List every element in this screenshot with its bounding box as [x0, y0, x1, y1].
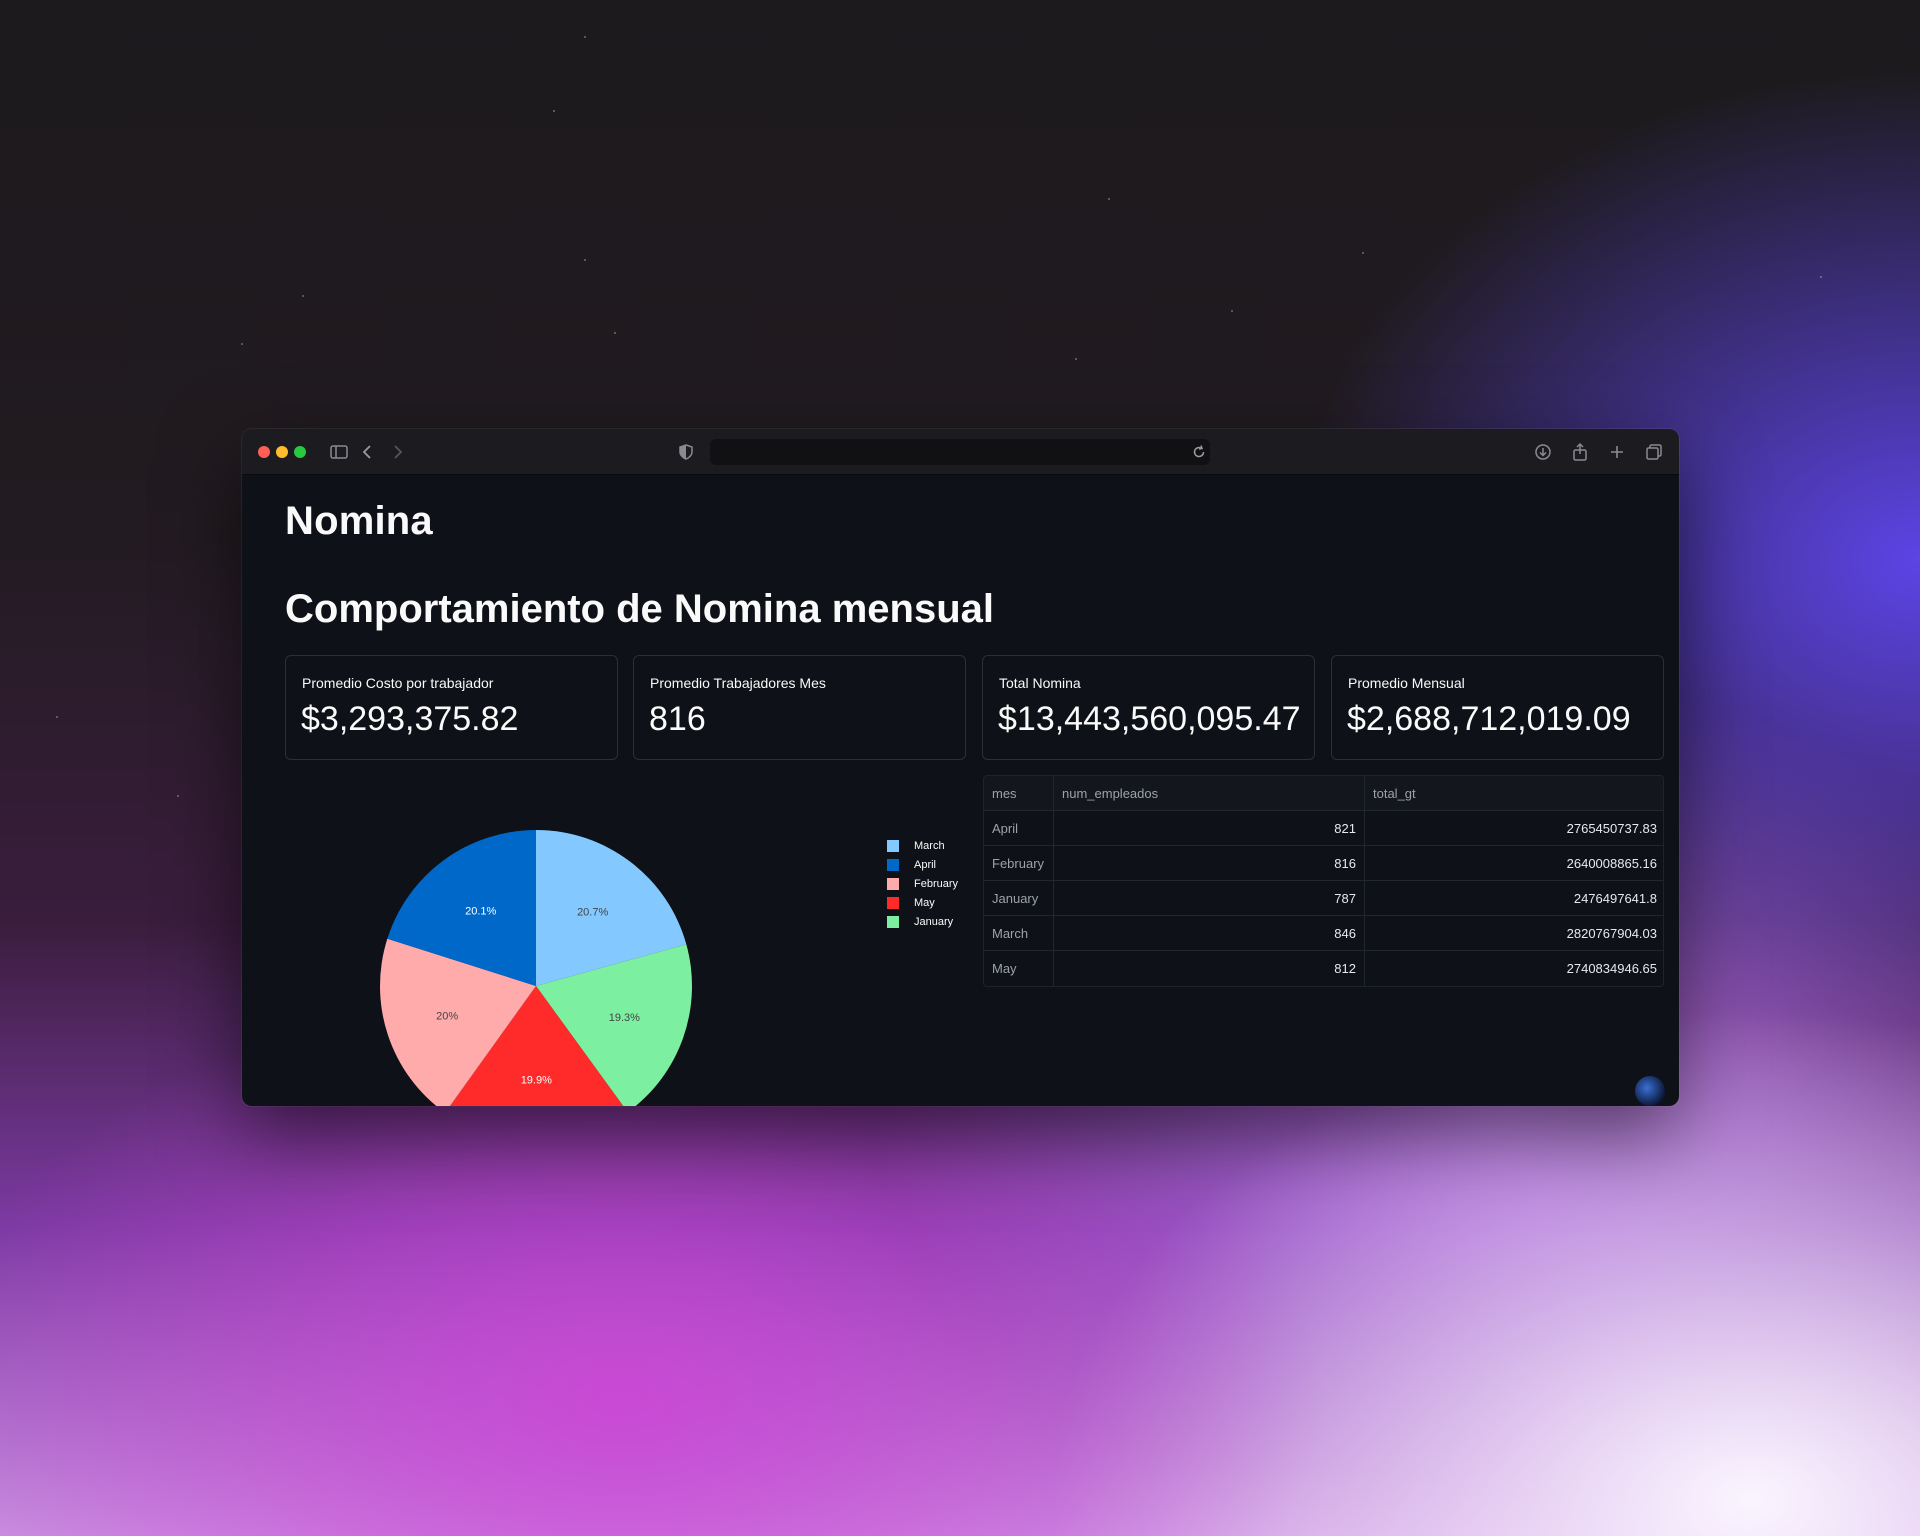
- legend-label: March: [914, 840, 945, 852]
- table-row[interactable]: February 816 2640008865.16: [984, 846, 1663, 881]
- minimize-window-button[interactable]: [276, 446, 288, 458]
- table-cell: 816: [1054, 846, 1365, 881]
- table-cell: 2476497641.8: [1573, 891, 1657, 906]
- chevron-left-icon[interactable]: [357, 441, 379, 463]
- page-title: Nomina: [285, 499, 433, 543]
- tabs-overview-icon[interactable]: [1643, 441, 1665, 463]
- metric-label: Total Nomina: [999, 675, 1081, 691]
- table-cell: January: [984, 881, 1054, 916]
- table-cell: 2740834946.65: [1566, 961, 1657, 976]
- metric-label: Promedio Costo por trabajador: [302, 675, 494, 691]
- pie-slice-label: 19.3%: [609, 1012, 640, 1024]
- column-header-num-empleados[interactable]: num_empleados: [1054, 776, 1365, 811]
- avatar[interactable]: [1635, 1076, 1665, 1106]
- pie-chart-area: 20.7% 19.3% 19.9% 20% 20.1%: [285, 773, 965, 1106]
- pie-slice-label: 19.9%: [521, 1075, 552, 1087]
- plus-icon[interactable]: [1606, 441, 1628, 463]
- table-header-row: mes num_empleados total_gt: [984, 776, 1663, 811]
- download-icon[interactable]: [1532, 441, 1554, 463]
- pie-slice-label: 20%: [436, 1010, 458, 1022]
- legend-swatch: [887, 859, 899, 871]
- metric-card-monthly-average: Promedio Mensual $2,688,712,019.09: [1331, 655, 1664, 760]
- shield-icon[interactable]: [675, 441, 697, 463]
- table-row[interactable]: March 846 2820767904.03: [984, 916, 1663, 951]
- table-cell: 812: [1054, 951, 1365, 986]
- metric-card-total-payroll: Total Nomina $13,443,560,095.47: [982, 655, 1315, 760]
- pie-slice-label: 20.7%: [577, 907, 608, 919]
- table-cell: March: [984, 916, 1054, 951]
- legend-label: February: [914, 878, 959, 890]
- pie-slice-label: 20.1%: [465, 905, 496, 917]
- metric-value: $2,688,712,019.09: [1347, 700, 1631, 738]
- pie-chart: 20.7% 19.3% 19.9% 20% 20.1%: [380, 830, 692, 1106]
- legend-swatch: [887, 878, 899, 890]
- page-content: Nomina Comportamiento de Nomina mensual …: [242, 475, 1679, 1106]
- table-cell: February: [984, 846, 1054, 881]
- metric-card-avg-cost: Promedio Costo por trabajador $3,293,375…: [285, 655, 618, 760]
- legend-swatch: [887, 840, 899, 852]
- table-cell: 787: [1054, 881, 1365, 916]
- legend-swatch: [887, 916, 899, 928]
- share-icon[interactable]: [1569, 441, 1591, 463]
- table-row[interactable]: April 821 2765450737.83: [984, 811, 1663, 846]
- table-cell: 2820767904.03: [1566, 926, 1657, 941]
- table-row[interactable]: May 812 2740834946.65: [984, 951, 1663, 986]
- reload-icon[interactable]: [1188, 441, 1210, 463]
- sidebar-toggle-icon[interactable]: [328, 441, 350, 463]
- address-bar[interactable]: [710, 439, 1210, 465]
- data-table[interactable]: mes num_empleados total_gt April 821 276…: [983, 775, 1664, 987]
- chevron-right-icon[interactable]: [386, 441, 408, 463]
- table-row[interactable]: January 787 2476497641.8: [984, 881, 1663, 916]
- section-heading: Comportamiento de Nomina mensual: [285, 587, 994, 631]
- table-cell: 846: [1054, 916, 1365, 951]
- metric-label: Promedio Mensual: [1348, 675, 1465, 691]
- maximize-window-button[interactable]: [294, 446, 306, 458]
- legend-label: May: [914, 897, 935, 909]
- table-cell: April: [984, 811, 1054, 846]
- metric-value: $3,293,375.82: [301, 700, 519, 738]
- metric-value: $13,443,560,095.47: [998, 700, 1301, 738]
- table-cell: 2640008865.16: [1566, 856, 1657, 871]
- browser-toolbar: [242, 429, 1679, 475]
- metric-card-avg-workers: Promedio Trabajadores Mes 816: [633, 655, 966, 760]
- column-header-total-gt[interactable]: total_gt: [1365, 776, 1663, 811]
- column-header-mes[interactable]: mes: [984, 776, 1054, 811]
- close-window-button[interactable]: [258, 446, 270, 458]
- table-cell: 821: [1054, 811, 1365, 846]
- metric-value: 816: [649, 700, 706, 738]
- browser-window: Nomina Comportamiento de Nomina mensual …: [242, 429, 1679, 1106]
- legend-label: April: [914, 859, 937, 871]
- legend-swatch: [887, 897, 899, 909]
- legend-label: January: [914, 916, 954, 928]
- table-cell: 2765450737.83: [1566, 821, 1657, 836]
- metric-label: Promedio Trabajadores Mes: [650, 675, 826, 691]
- table-cell: May: [984, 951, 1054, 986]
